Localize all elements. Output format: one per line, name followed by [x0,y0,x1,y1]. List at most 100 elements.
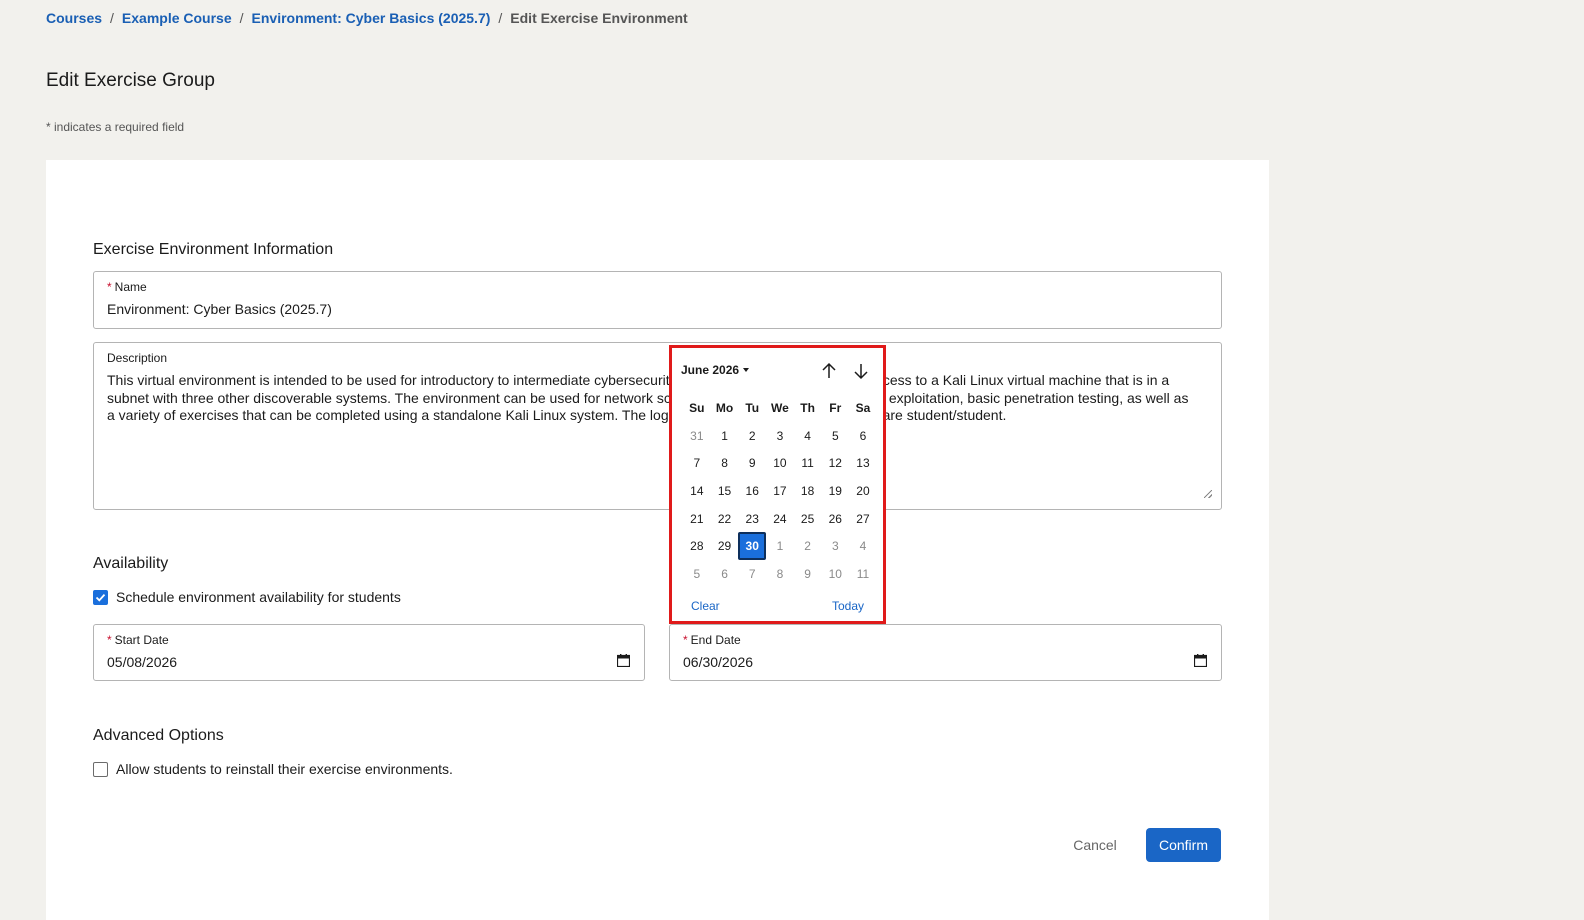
calendar-day[interactable]: 21 [683,505,711,533]
availability-section-title: Availability [93,555,169,572]
month-year-label: June 2026 [681,363,740,377]
calendar-day[interactable]: 2 [738,422,766,450]
name-input[interactable]: Environment: Cyber Basics (2025.7) [107,301,332,317]
weekday-header: Sa [855,400,871,415]
schedule-availability-label: Schedule environment availability for st… [116,589,401,605]
calendar-day[interactable]: 26 [821,505,849,533]
calendar-day[interactable]: 25 [794,505,822,533]
end-date-label: * End Date [683,633,741,647]
required-asterisk: * [107,633,112,647]
calendar-day[interactable]: 10 [821,560,849,588]
description-field[interactable]: Description This virtual environment is … [93,342,1222,510]
weekday-header: Su [689,400,705,415]
calendar-day[interactable]: 8 [766,560,794,588]
name-field[interactable]: * Name Environment: Cyber Basics (2025.7) [93,271,1222,329]
schedule-availability-checkbox-row[interactable]: Schedule environment availability for st… [93,589,401,605]
end-date-input[interactable]: 06/30/2026 [683,654,753,670]
required-field-note: * indicates a required field [46,120,185,134]
calendar-icon[interactable] [1194,654,1207,667]
breadcrumb-separator: / [498,10,503,26]
calendar-day[interactable]: 14 [683,477,711,505]
calendar-day[interactable]: 6 [849,422,877,450]
required-asterisk: * [107,280,112,294]
textarea-resize-handle[interactable] [1204,490,1212,498]
calendar-day[interactable]: 1 [711,422,739,450]
breadcrumb-current: Edit Exercise Environment [510,10,688,26]
calendar-day[interactable]: 17 [766,477,794,505]
start-date-field[interactable]: * Start Date 05/08/2026 [93,624,645,681]
weekday-header: Th [800,400,815,415]
breadcrumb-link-courses[interactable]: Courses [46,10,102,26]
arrow-up-icon[interactable] [819,361,839,381]
calendar-clear-button[interactable]: Clear [691,599,720,613]
calendar-day[interactable]: 3 [821,532,849,560]
calendar-day[interactable]: 7 [683,449,711,477]
calendar-day[interactable]: 9 [794,560,822,588]
date-picker-popup: June 2026 Su Mo Tu We Th Fr Sa 31 1 2 3 4 5 6 7 8 9 10 11 1… [669,345,886,624]
weekday-header: We [771,400,789,415]
calendar-day[interactable]: 6 [711,560,739,588]
calendar-day[interactable]: 23 [738,505,766,533]
calendar-day[interactable]: 11 [849,560,877,588]
advanced-section-title: Advanced Options [93,727,224,744]
breadcrumb-link-course[interactable]: Example Course [122,10,232,26]
arrow-down-icon[interactable] [851,361,871,381]
start-date-label: * Start Date [107,633,169,647]
checkmark-icon [95,593,106,602]
caret-down-icon [743,368,750,372]
start-date-label-text: Start Date [114,633,169,647]
calendar-day[interactable]: 27 [849,505,877,533]
calendar-day[interactable]: 18 [794,477,822,505]
breadcrumb-separator: / [239,10,244,26]
end-date-field[interactable]: * End Date 06/30/2026 [669,624,1222,681]
calendar-day[interactable]: 4 [849,532,877,560]
calendar-day[interactable]: 28 [683,532,711,560]
calendar-day[interactable]: 24 [766,505,794,533]
weekday-header: Tu [745,400,760,415]
calendar-day[interactable]: 4 [794,422,822,450]
calendar-day[interactable]: 19 [821,477,849,505]
breadcrumb-link-environment[interactable]: Environment: Cyber Basics (2025.7) [252,10,491,26]
description-textarea[interactable]: This virtual environment is intended to … [107,372,1191,425]
calendar-day-selected[interactable]: 30 [738,532,767,561]
calendar-day[interactable]: 12 [821,449,849,477]
calendar-day[interactable]: 9 [738,449,766,477]
reinstall-checkbox[interactable] [93,761,108,777]
calendar-day[interactable]: 20 [849,477,877,505]
confirm-button[interactable]: Confirm [1146,828,1221,862]
calendar-day[interactable]: 1 [766,532,794,560]
calendar-icon[interactable] [617,654,630,667]
calendar-day[interactable]: 31 [683,422,711,450]
calendar-day[interactable]: 15 [711,477,739,505]
info-section-title: Exercise Environment Information [93,241,334,258]
calendar-day[interactable]: 7 [738,560,766,588]
schedule-availability-checkbox[interactable] [93,589,108,605]
weekday-header: Mo [715,400,734,415]
form-card: Exercise Environment Information * Name E… [46,160,1269,920]
required-asterisk: * [683,633,688,647]
weekday-header: Fr [829,400,842,415]
reinstall-checkbox-row[interactable]: Allow students to reinstall their exerci… [93,761,453,777]
calendar-day[interactable]: 3 [766,422,794,450]
breadcrumb: Courses / Example Course / Environment: … [46,10,688,26]
calendar-day[interactable]: 5 [683,560,711,588]
name-label: * Name [107,280,147,294]
start-date-input[interactable]: 05/08/2026 [107,654,177,670]
calendar-day[interactable]: 13 [849,449,877,477]
breadcrumb-separator: / [110,10,114,26]
name-label-text: Name [114,280,147,294]
calendar-day[interactable]: 16 [738,477,766,505]
calendar-day[interactable]: 2 [794,532,822,560]
calendar-day[interactable]: 5 [821,422,849,450]
page-title: Edit Exercise Group [46,70,215,91]
calendar-day[interactable]: 11 [794,449,822,477]
calendar-day[interactable]: 29 [711,532,739,560]
cancel-button[interactable]: Cancel [1061,828,1129,862]
calendar-day[interactable]: 10 [766,449,794,477]
calendar-today-button[interactable]: Today [832,599,864,613]
calendar-day[interactable]: 22 [711,505,739,533]
month-year-selector[interactable]: June 2026 [681,363,750,377]
calendar-day[interactable]: 8 [711,449,739,477]
calendar-grid: Su Mo Tu We Th Fr Sa 31 1 2 3 4 5 6 7 8 9 10 11 12 13 14 15 16 1… [683,394,877,588]
end-date-label-text: End Date [690,633,741,647]
